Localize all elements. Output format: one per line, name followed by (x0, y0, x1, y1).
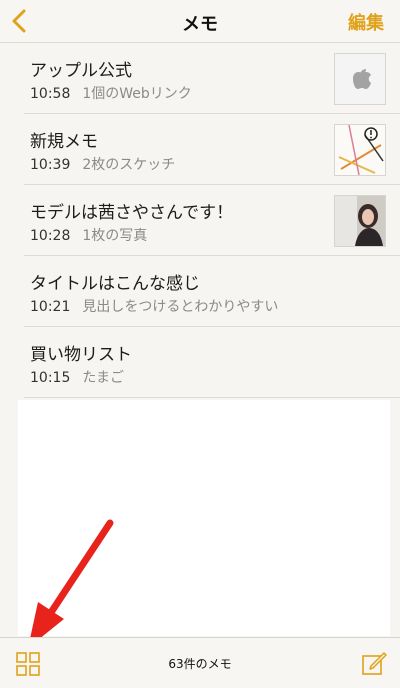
note-subtitle: 10:58 1個のWebリンク (30, 83, 192, 103)
navigation-bar: メモ 編集 (0, 0, 400, 43)
grid-view-button[interactable] (16, 652, 40, 676)
note-thumbnail (334, 124, 386, 176)
note-title: アップル公式 (30, 61, 132, 81)
grid-view-icon (16, 652, 40, 676)
notes-list: アップル公式 10:58 1個のWebリンク 新規メモ 10:39 2枚のスケッチ (0, 43, 400, 398)
note-time: 10:58 (30, 86, 71, 102)
note-count: 63件のメモ (168, 657, 232, 671)
note-title: モデルは茜さやさんです！ (30, 203, 234, 223)
blank-note-area (18, 400, 390, 636)
note-title: 新規メモ (30, 132, 98, 152)
note-time: 10:15 (30, 370, 71, 386)
back-button[interactable] (8, 7, 32, 35)
note-thumbnail (334, 53, 386, 105)
compose-icon (362, 652, 387, 675)
note-title: タイトルはこんな感じ (30, 274, 200, 294)
page-title: メモ (182, 14, 218, 35)
note-time: 10:39 (30, 157, 71, 173)
note-time: 10:28 (30, 228, 71, 244)
note-row[interactable]: アップル公式 10:58 1個のWebリンク (24, 43, 400, 114)
note-row[interactable]: モデルは茜さやさんです！ 10:28 1枚の写真 (24, 185, 400, 256)
note-row[interactable]: 新規メモ 10:39 2枚のスケッチ (24, 114, 400, 185)
note-title: 買い物リスト (30, 345, 132, 365)
note-preview: たまご (82, 370, 124, 386)
note-preview: 1個のWebリンク (82, 86, 192, 102)
note-subtitle: 10:15 たまご (30, 367, 124, 387)
photo-thumbnail (335, 196, 385, 246)
bottom-toolbar: 63件のメモ (0, 637, 400, 688)
note-row[interactable]: タイトルはこんな感じ 10:21 見出しをつけるとわかりやすい (24, 256, 400, 327)
note-subtitle: 10:21 見出しをつけるとわかりやすい (30, 296, 278, 316)
note-preview: 1枚の写真 (82, 228, 148, 244)
note-subtitle: 10:39 2枚のスケッチ (30, 154, 175, 174)
note-row[interactable]: 買い物リスト 10:15 たまご (24, 327, 400, 398)
note-time: 10:21 (30, 299, 71, 315)
sketch-icon (338, 125, 384, 175)
note-preview: 2枚のスケッチ (82, 157, 176, 173)
note-preview: 見出しをつけるとわかりやすい (82, 299, 279, 315)
chevron-left-icon (12, 9, 26, 33)
note-subtitle: 10:28 1枚の写真 (30, 225, 147, 245)
edit-button[interactable]: 編集 (348, 9, 384, 35)
apple-logo-icon (353, 69, 371, 89)
note-thumbnail (334, 195, 386, 247)
compose-button[interactable] (360, 649, 388, 677)
